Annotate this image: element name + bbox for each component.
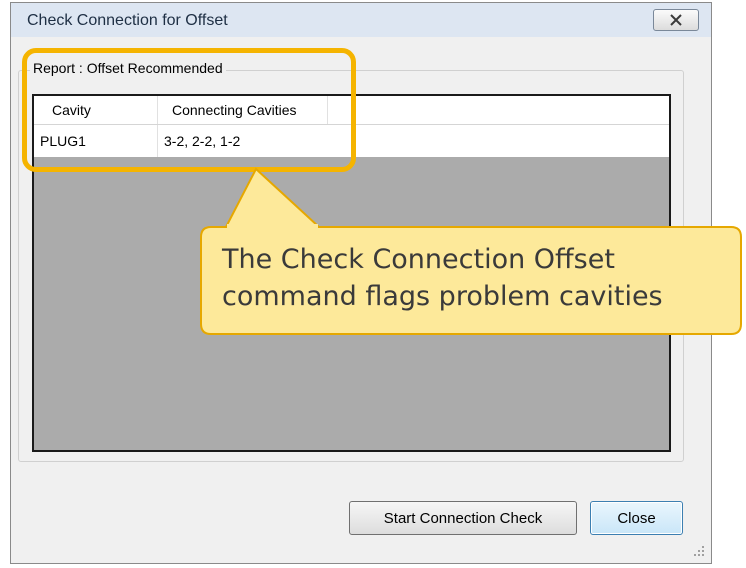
highlight-box: [22, 48, 356, 172]
close-x-icon: [670, 14, 682, 26]
close-button[interactable]: Close: [590, 501, 683, 535]
close-window-button[interactable]: [653, 9, 699, 31]
title-bar: Check Connection for Offset: [11, 3, 711, 37]
window-title: Check Connection for Offset: [27, 12, 228, 29]
start-connection-check-button[interactable]: Start Connection Check: [349, 501, 577, 535]
callout-text: The Check Connection Offset command flag…: [222, 244, 663, 312]
callout-pointer: [224, 167, 322, 228]
resize-grip-icon[interactable]: [693, 545, 705, 557]
